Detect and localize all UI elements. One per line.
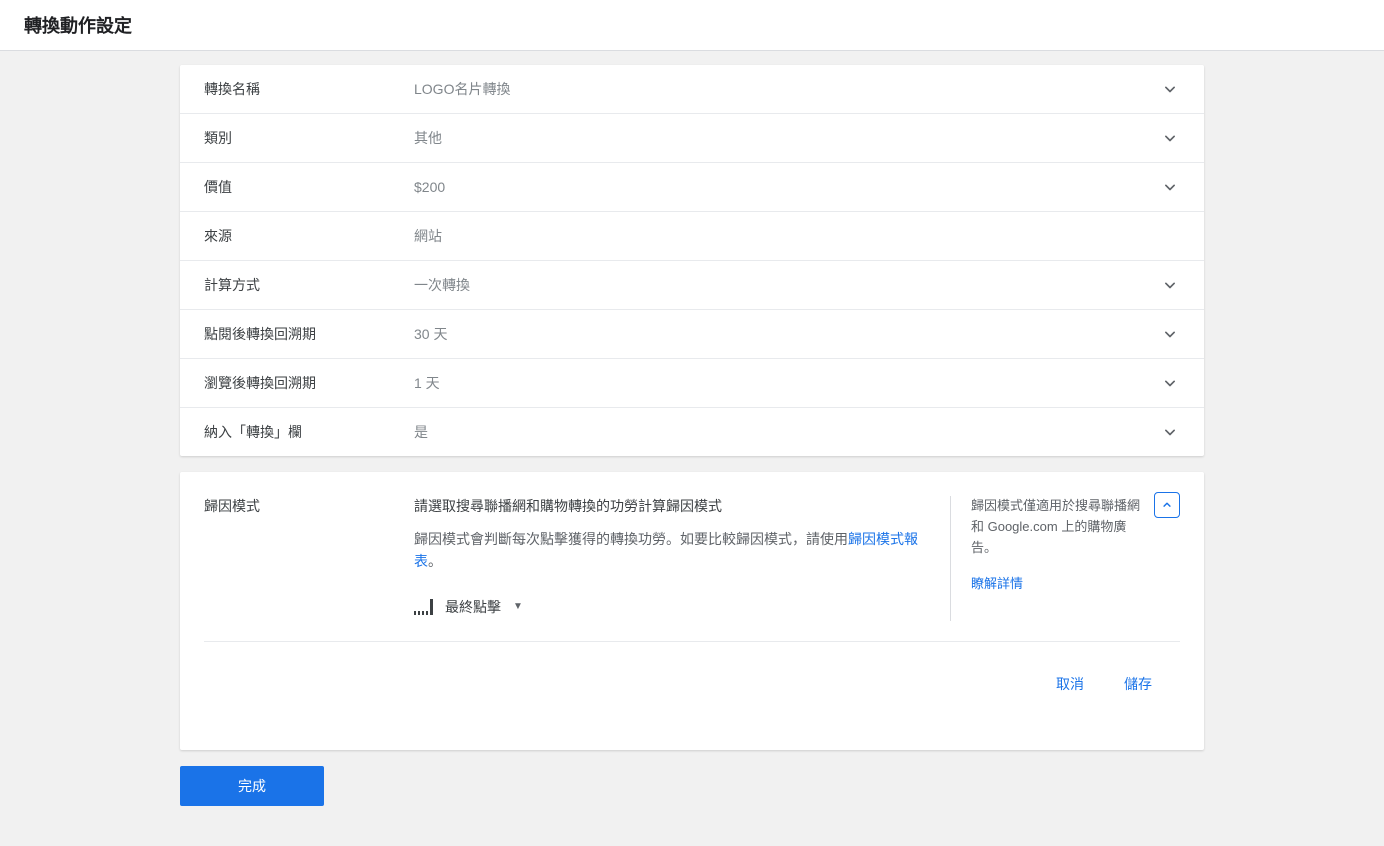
- settings-card: 轉換名稱LOGO名片轉換類別其他價值$200來源網站計算方式一次轉換點閱後轉換回…: [180, 65, 1204, 456]
- settings-row-6[interactable]: 瀏覽後轉換回溯期1 天: [180, 359, 1204, 408]
- settings-row-1[interactable]: 類別其他: [180, 114, 1204, 163]
- row-label: 類別: [204, 128, 414, 148]
- save-button[interactable]: 儲存: [1120, 666, 1156, 702]
- attribution-label: 歸因模式: [204, 496, 414, 621]
- attribution-title: 請選取搜尋聯播網和購物轉換的功勞計算歸因模式: [414, 496, 926, 516]
- chevron-down-icon: [1160, 422, 1180, 442]
- row-label: 點閱後轉換回溯期: [204, 324, 414, 344]
- row-value: $200: [414, 179, 1160, 195]
- attribution-model-dropdown[interactable]: 最終點擊 ▼: [414, 593, 926, 621]
- chevron-down-icon: [1160, 324, 1180, 344]
- row-label: 計算方式: [204, 275, 414, 295]
- collapse-button[interactable]: [1154, 492, 1180, 518]
- last-click-icon: [414, 599, 433, 615]
- settings-row-4[interactable]: 計算方式一次轉換: [180, 261, 1204, 310]
- row-value: LOGO名片轉換: [414, 79, 1160, 99]
- attribution-card: 歸因模式 請選取搜尋聯播網和購物轉換的功勞計算歸因模式 歸因模式會判斷每次點擊獲…: [180, 472, 1204, 750]
- done-button[interactable]: 完成: [180, 766, 324, 806]
- row-label: 納入「轉換」欄: [204, 422, 414, 442]
- chevron-down-icon: [1160, 275, 1180, 295]
- row-label: 價值: [204, 177, 414, 197]
- chevron-down-icon: [1160, 177, 1180, 197]
- row-value: 30 天: [414, 324, 1160, 344]
- settings-row-0[interactable]: 轉換名稱LOGO名片轉換: [180, 65, 1204, 114]
- learn-more-link[interactable]: 瞭解詳情: [971, 576, 1023, 591]
- side-note-text: 歸因模式僅適用於搜尋聯播網和 Google.com 上的購物廣告。: [971, 496, 1180, 558]
- attribution-side-info: 歸因模式僅適用於搜尋聯播網和 Google.com 上的購物廣告。 瞭解詳情: [950, 496, 1180, 621]
- row-value: 是: [414, 422, 1160, 442]
- row-label: 來源: [204, 226, 414, 246]
- cancel-button[interactable]: 取消: [1052, 666, 1088, 702]
- row-value: 1 天: [414, 373, 1160, 393]
- row-value: 一次轉換: [414, 275, 1160, 295]
- page-title: 轉換動作設定: [24, 16, 132, 36]
- row-label: 瀏覽後轉換回溯期: [204, 373, 414, 393]
- chevron-down-icon: [1160, 79, 1180, 99]
- settings-row-5[interactable]: 點閱後轉換回溯期30 天: [180, 310, 1204, 359]
- row-label: 轉換名稱: [204, 79, 414, 99]
- attribution-selected-value: 最終點擊: [445, 597, 501, 617]
- settings-row-2[interactable]: 價值$200: [180, 163, 1204, 212]
- row-value: 其他: [414, 128, 1160, 148]
- chevron-down-icon: [1160, 128, 1180, 148]
- chevron-down-icon: [1160, 373, 1180, 393]
- page-header: 轉換動作設定: [0, 0, 1384, 51]
- attribution-desc-text1: 歸因模式會判斷每次點擊獲得的轉換功勞。如要比較歸因模式，請使用: [414, 531, 848, 547]
- settings-row-7[interactable]: 納入「轉換」欄是: [180, 408, 1204, 456]
- dropdown-arrow-icon: ▼: [513, 601, 523, 612]
- settings-row-3: 來源網站: [180, 212, 1204, 261]
- chevron-up-icon: [1160, 498, 1174, 512]
- main-content: 轉換名稱LOGO名片轉換類別其他價值$200來源網站計算方式一次轉換點閱後轉換回…: [180, 65, 1204, 806]
- attribution-description: 歸因模式會判斷每次點擊獲得的轉換功勞。如要比較歸因模式，請使用歸因模式報表。: [414, 528, 926, 573]
- row-value: 網站: [414, 226, 1160, 246]
- attribution-actions: 取消 儲存: [204, 641, 1180, 726]
- attribution-desc-text2: 。: [428, 553, 442, 569]
